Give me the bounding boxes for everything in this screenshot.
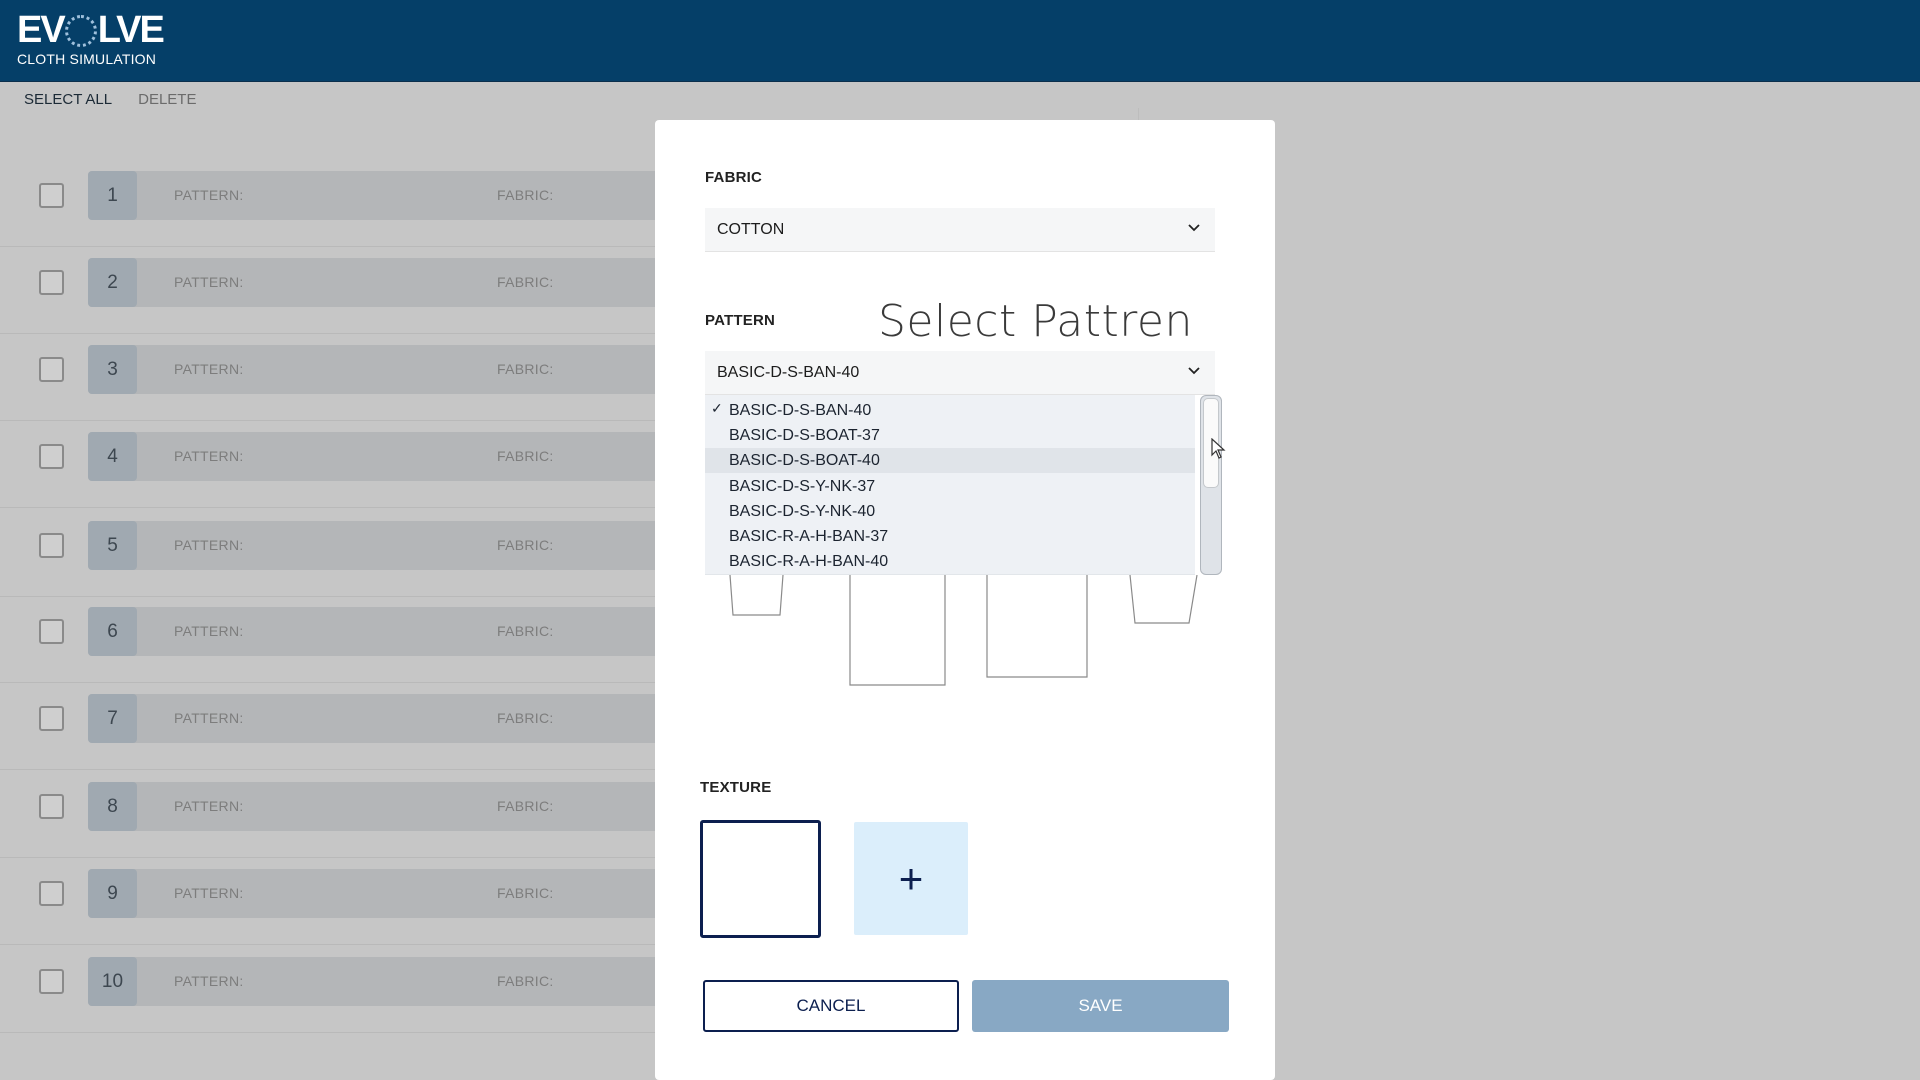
chevron-down-icon bbox=[1188, 367, 1200, 375]
pattern-field-label: PATTERN: bbox=[174, 973, 244, 989]
row-number: 5 bbox=[88, 521, 137, 570]
app-header: EV LVE CLOTH SIMULATION bbox=[0, 0, 1920, 82]
row-checkbox[interactable] bbox=[39, 270, 64, 295]
list-item[interactable]: 8 PATTERN: FABRIC: bbox=[0, 771, 660, 858]
pattern-option[interactable]: BASIC-D-S-Y-NK-37 bbox=[705, 474, 1195, 499]
list-item[interactable]: 4 PATTERN: FABRIC: bbox=[0, 421, 660, 508]
chevron-down-icon bbox=[1188, 224, 1200, 232]
pattern-option[interactable]: BASIC-R-A-H-BAN-40 bbox=[705, 549, 1195, 574]
row-checkbox[interactable] bbox=[39, 444, 64, 469]
logo-globe-icon bbox=[64, 15, 97, 47]
pattern-option-label: BASIC-D-S-Y-NK-37 bbox=[729, 477, 876, 495]
row-checkbox[interactable] bbox=[39, 183, 64, 208]
edit-item-modal: FABRIC COTTON PATTERN Select Pattren BAS… bbox=[655, 120, 1275, 1080]
list-item[interactable]: 10 PATTERN: FABRIC: bbox=[0, 946, 660, 1033]
fabric-field-label: FABRIC: bbox=[497, 448, 554, 464]
fabric-field-label: FABRIC: bbox=[497, 623, 554, 639]
row-checkbox[interactable] bbox=[39, 706, 64, 731]
list-item[interactable]: 6 PATTERN: FABRIC: bbox=[0, 596, 660, 683]
fabric-field-label: FABRIC: bbox=[497, 274, 554, 290]
pattern-field-label: PATTERN: bbox=[174, 274, 244, 290]
pattern-option-label: BASIC-D-S-BOAT-40 bbox=[729, 452, 880, 470]
texture-swatch[interactable] bbox=[700, 820, 821, 938]
row-number: 3 bbox=[88, 345, 137, 394]
pattern-field-label: PATTERN: bbox=[174, 623, 244, 639]
pattern-option[interactable]: ✓ BASIC-D-S-BAN-40 bbox=[705, 398, 1195, 423]
fabric-select[interactable]: COTTON bbox=[705, 208, 1215, 252]
pattern-field-label: PATTERN: bbox=[174, 187, 244, 203]
fabric-select-value: COTTON bbox=[717, 221, 785, 238]
save-button[interactable]: SAVE bbox=[972, 980, 1229, 1032]
fabric-field-label: FABRIC: bbox=[497, 537, 554, 553]
row-checkbox[interactable] bbox=[39, 619, 64, 644]
fabric-field-label: FABRIC: bbox=[497, 361, 554, 377]
pattern-dropdown-list: ✓ BASIC-D-S-BAN-40 BASIC-D-S-BOAT-37 BASIC-… bbox=[705, 395, 1195, 575]
fabric-label: FABRIC bbox=[705, 169, 763, 186]
pattern-field-label: PATTERN: bbox=[174, 885, 244, 901]
row-number: 4 bbox=[88, 432, 137, 481]
delete-button[interactable]: DELETE bbox=[138, 91, 196, 108]
dropdown-scrollbar[interactable] bbox=[1200, 395, 1222, 575]
row-checkbox[interactable] bbox=[39, 969, 64, 994]
pattern-field-label: PATTERN: bbox=[174, 537, 244, 553]
pattern-field-label: PATTERN: bbox=[174, 448, 244, 464]
list-item[interactable]: 5 PATTERN: FABRIC: bbox=[0, 510, 660, 597]
row-number: 8 bbox=[88, 782, 137, 831]
row-checkbox[interactable] bbox=[39, 357, 64, 382]
row-number: 6 bbox=[88, 607, 137, 656]
fabric-field-label: FABRIC: bbox=[497, 973, 554, 989]
logo-subtitle: CLOTH SIMULATION bbox=[17, 51, 157, 67]
list-item[interactable]: 1 PATTERN: FABRIC: bbox=[0, 160, 660, 247]
pattern-field-label: PATTERN: bbox=[174, 710, 244, 726]
pattern-preview bbox=[729, 575, 1198, 686]
pattern-field-label: PATTERN: bbox=[174, 361, 244, 377]
fabric-field-label: FABRIC: bbox=[497, 187, 554, 203]
logo-suffix: LVE bbox=[97, 9, 165, 51]
row-checkbox[interactable] bbox=[39, 794, 64, 819]
pattern-option[interactable]: BASIC-D-S-Y-NK-40 bbox=[705, 499, 1195, 524]
fabric-field-label: FABRIC: bbox=[497, 798, 554, 814]
mouse-cursor-icon bbox=[1211, 438, 1226, 459]
list-item[interactable]: 9 PATTERN: FABRIC: bbox=[0, 858, 660, 945]
add-texture-button[interactable]: + bbox=[854, 822, 968, 935]
row-number: 2 bbox=[88, 258, 137, 307]
list-item[interactable]: 3 PATTERN: FABRIC: bbox=[0, 334, 660, 421]
row-number: 9 bbox=[88, 869, 137, 918]
pattern-field-label: PATTERN: bbox=[174, 798, 244, 814]
pattern-option-label: BASIC-R-A-H-BAN-37 bbox=[729, 528, 889, 545]
row-number: 1 bbox=[88, 171, 137, 220]
app-logo: EV LVE CLOTH SIMULATION bbox=[17, 9, 165, 67]
pattern-select[interactable]: BASIC-D-S-BAN-40 bbox=[705, 351, 1215, 395]
row-checkbox[interactable] bbox=[39, 533, 64, 558]
row-number: 7 bbox=[88, 694, 137, 743]
cancel-button[interactable]: CANCEL bbox=[703, 980, 959, 1032]
list-toolbar: SELECT ALL DELETE bbox=[24, 91, 196, 108]
logo-wordmark: EV LVE bbox=[17, 9, 165, 51]
checkmark-icon: ✓ bbox=[711, 400, 723, 416]
pattern-option-label: BASIC-D-S-BAN-40 bbox=[729, 402, 872, 419]
plus-icon: + bbox=[898, 854, 924, 902]
pattern-option[interactable]: BASIC-R-A-H-BAN-37 bbox=[705, 524, 1195, 549]
list-item[interactable]: 7 PATTERN: FABRIC: bbox=[0, 683, 660, 770]
list-item[interactable]: 2 PATTERN: FABRIC: bbox=[0, 247, 660, 334]
texture-label: TEXTURE bbox=[700, 779, 772, 796]
pattern-option-label: BASIC-R-A-H-BAN-40 bbox=[729, 553, 889, 571]
select-pattern-callout: Select Pattren bbox=[878, 296, 1193, 347]
pattern-option-label: BASIC-D-S-Y-NK-40 bbox=[729, 502, 876, 520]
row-checkbox[interactable] bbox=[39, 881, 64, 906]
select-all-button[interactable]: SELECT ALL bbox=[24, 91, 112, 108]
pattern-label: PATTERN bbox=[705, 312, 776, 329]
fabric-field-label: FABRIC: bbox=[497, 885, 554, 901]
pattern-option[interactable]: BASIC-D-S-BOAT-37 bbox=[705, 423, 1195, 448]
row-number: 10 bbox=[88, 957, 137, 1006]
pattern-select-value: BASIC-D-S-BAN-40 bbox=[717, 364, 860, 381]
pattern-option-label: BASIC-D-S-BOAT-37 bbox=[729, 427, 880, 445]
fabric-field-label: FABRIC: bbox=[497, 710, 554, 726]
logo-prefix: EV bbox=[17, 9, 66, 51]
pattern-option[interactable]: BASIC-D-S-BOAT-40 bbox=[705, 448, 1195, 474]
